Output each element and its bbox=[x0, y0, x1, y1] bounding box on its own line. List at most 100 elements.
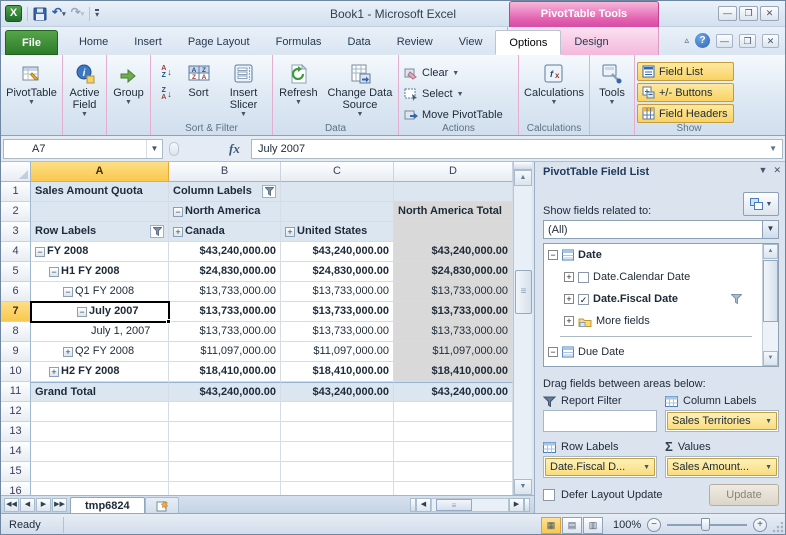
field-checkbox[interactable] bbox=[578, 271, 589, 283]
cell-A15[interactable] bbox=[31, 462, 169, 482]
pane-options-icon[interactable]: ▼ bbox=[759, 165, 768, 176]
cell-D13[interactable] bbox=[394, 422, 513, 442]
area-box-row-labels[interactable]: Date.Fiscal D... ▼ bbox=[543, 456, 657, 478]
cell-B12[interactable] bbox=[169, 402, 281, 422]
cell-D3[interactable] bbox=[394, 222, 513, 242]
cell-B14[interactable] bbox=[169, 442, 281, 462]
field-chip-date-fiscal-d-[interactable]: Date.Fiscal D... ▼ bbox=[545, 458, 655, 476]
cell-B8[interactable]: $13,733,000.00 bbox=[169, 322, 281, 342]
row-header-9[interactable]: 9 bbox=[1, 342, 31, 362]
dropdown-arrow-icon[interactable]: ▼ bbox=[765, 418, 772, 425]
area-box-values[interactable]: Sales Amount... ▼ bbox=[665, 456, 779, 478]
row-header-12[interactable]: 12 bbox=[1, 402, 31, 422]
show-fields-dropdown[interactable]: (All) ▼ bbox=[543, 220, 779, 239]
tab-view[interactable]: View bbox=[446, 30, 496, 55]
row-header-3[interactable]: 3 bbox=[1, 222, 31, 242]
scroll-left-icon[interactable]: ◀ bbox=[416, 498, 431, 512]
field-tree-item-due-date[interactable]: − Due Date bbox=[544, 341, 762, 363]
cell-A12[interactable] bbox=[31, 402, 169, 422]
defer-layout-checkbox[interactable] bbox=[543, 489, 555, 501]
cell-A5[interactable]: − H1 FY 2008 bbox=[31, 262, 169, 282]
cell-A6[interactable]: − Q1 FY 2008 bbox=[31, 282, 169, 302]
cell-A14[interactable] bbox=[31, 442, 169, 462]
cell-C12[interactable] bbox=[281, 402, 394, 422]
cell-C6[interactable]: $13,733,000.00 bbox=[281, 282, 394, 302]
next-sheet-icon[interactable]: ▶ bbox=[36, 497, 51, 512]
cell-D8[interactable]: $13,733,000.00 bbox=[394, 322, 513, 342]
cell-B5[interactable]: $24,830,000.00 bbox=[169, 262, 281, 282]
row-header-14[interactable]: 14 bbox=[1, 442, 31, 462]
select-button[interactable]: Select ▼ bbox=[401, 85, 506, 103]
formula-input[interactable]: July 2007 bbox=[251, 139, 783, 159]
cell-B4[interactable]: $43,240,000.00 bbox=[169, 242, 281, 262]
cell-D15[interactable] bbox=[394, 462, 513, 482]
calculations-button[interactable]: fx Calculations ▼ bbox=[524, 58, 584, 106]
expand-icon[interactable]: + bbox=[173, 226, 183, 237]
sheet-tab-active[interactable]: tmp6824 bbox=[70, 497, 145, 513]
field-list-toggle[interactable]: Field List bbox=[637, 62, 735, 81]
cell-C5[interactable]: $24,830,000.00 bbox=[281, 262, 394, 282]
collapse-icon[interactable]: − bbox=[77, 306, 87, 317]
zoom-out-icon[interactable]: − bbox=[647, 518, 661, 532]
cell-A4[interactable]: − FY 2008 bbox=[31, 242, 169, 262]
cell-A2[interactable] bbox=[31, 202, 169, 222]
field-chip-sales-amount-[interactable]: Sales Amount... ▼ bbox=[667, 458, 777, 476]
scroll-up-icon[interactable]: ▲ bbox=[514, 170, 532, 186]
cell-C15[interactable] bbox=[281, 462, 394, 482]
cell-B7[interactable]: $13,733,000.00 bbox=[169, 302, 281, 322]
workbook-close-button[interactable]: ✕ bbox=[762, 33, 779, 48]
previous-sheet-icon[interactable]: ◀ bbox=[20, 497, 35, 512]
cell-D14[interactable] bbox=[394, 442, 513, 462]
first-sheet-icon[interactable]: ◀◀ bbox=[4, 497, 19, 512]
update-button[interactable]: Update bbox=[709, 484, 779, 506]
name-box[interactable]: A7 ▼ bbox=[3, 139, 163, 159]
tree-scrollbar[interactable]: ▲ ▼ bbox=[762, 244, 778, 366]
cell-B11[interactable]: $43,240,000.00 bbox=[169, 382, 281, 402]
cell-B16[interactable] bbox=[169, 482, 281, 495]
field-headers-toggle[interactable]: Field Headers bbox=[637, 104, 735, 123]
tab-file[interactable]: File bbox=[5, 30, 58, 55]
cell-C1[interactable] bbox=[281, 182, 394, 202]
cell-C11[interactable]: $43,240,000.00 bbox=[281, 382, 394, 402]
cell-C13[interactable] bbox=[281, 422, 394, 442]
tools-button[interactable]: Tools ▼ bbox=[599, 58, 625, 106]
cell-B6[interactable]: $13,733,000.00 bbox=[169, 282, 281, 302]
cell-B1[interactable]: Column Labels bbox=[169, 182, 281, 202]
field-checkbox[interactable]: ✓ bbox=[578, 293, 589, 305]
row-header-4[interactable]: 4 bbox=[1, 242, 31, 262]
active-field-button[interactable]: i Active Field ▼ bbox=[65, 58, 105, 118]
expand-icon[interactable]: + bbox=[63, 346, 73, 357]
expand-icon[interactable]: + bbox=[49, 366, 59, 377]
last-sheet-icon[interactable]: ▶▶ bbox=[52, 497, 67, 512]
plus-minus-buttons-toggle[interactable]: +− +/- Buttons bbox=[637, 83, 735, 102]
cell-B13[interactable] bbox=[169, 422, 281, 442]
expand-icon[interactable]: + bbox=[285, 226, 295, 237]
horizontal-scrollbar[interactable]: ≡ bbox=[431, 498, 509, 512]
tree-scroll-thumb[interactable] bbox=[763, 260, 778, 322]
cell-D4[interactable]: $43,240,000.00 bbox=[394, 242, 513, 262]
row-header-8[interactable]: 8 bbox=[1, 322, 31, 342]
cell-A3[interactable]: Row Labels bbox=[31, 222, 169, 242]
cell-B10[interactable]: $18,410,000.00 bbox=[169, 362, 281, 382]
cell-C10[interactable]: $18,410,000.00 bbox=[281, 362, 394, 382]
zoom-in-icon[interactable]: + bbox=[753, 518, 767, 532]
dropdown-arrow-icon[interactable]: ▼ bbox=[643, 464, 650, 471]
cell-D10[interactable]: $18,410,000.00 bbox=[394, 362, 513, 382]
restore-button[interactable]: ❐ bbox=[739, 6, 758, 21]
select-all-corner[interactable] bbox=[1, 162, 31, 182]
cell-A10[interactable]: + H2 FY 2008 bbox=[31, 362, 169, 382]
area-box-report-filter[interactable] bbox=[543, 410, 657, 432]
cell-C8[interactable]: $13,733,000.00 bbox=[281, 322, 394, 342]
collapse-icon[interactable]: − bbox=[173, 206, 183, 217]
change-data-source-button[interactable]: Change Data Source ▼ bbox=[324, 58, 396, 118]
row-header-11[interactable]: 11 bbox=[1, 382, 31, 402]
tab-page-layout[interactable]: Page Layout bbox=[175, 30, 263, 55]
tab-review[interactable]: Review bbox=[384, 30, 446, 55]
row-header-15[interactable]: 15 bbox=[1, 462, 31, 482]
column-header-D[interactable]: D bbox=[394, 162, 513, 182]
cell-C16[interactable] bbox=[281, 482, 394, 495]
row-header-10[interactable]: 10 bbox=[1, 362, 31, 382]
column-header-C[interactable]: C bbox=[281, 162, 394, 182]
row-header-2[interactable]: 2 bbox=[1, 202, 31, 222]
name-box-dropdown-icon[interactable]: ▼ bbox=[146, 140, 162, 158]
